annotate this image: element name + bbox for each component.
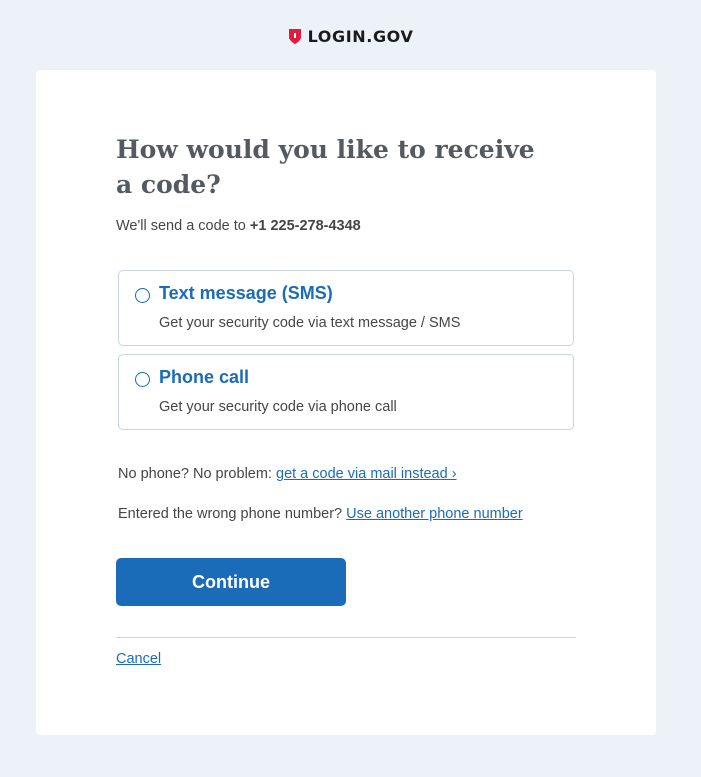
wrong-number-row: Entered the wrong phone number? Use anot… xyxy=(118,506,523,522)
option-text-message-label: Text message (SMS) xyxy=(159,283,333,303)
option-text-message-description: Get your security code via text message … xyxy=(159,315,461,331)
cancel-link[interactable]: Cancel xyxy=(116,651,161,667)
mail-option-prefix: No phone? No problem: xyxy=(118,466,276,482)
radio-phone-call[interactable] xyxy=(135,372,150,387)
radio-text-message[interactable] xyxy=(135,288,150,303)
divider xyxy=(116,637,576,638)
wrong-number-prefix: Entered the wrong phone number? xyxy=(118,506,347,522)
mail-option-row: No phone? No problem: get a code via mai… xyxy=(118,466,457,482)
page-title: How would you like to receive a code? xyxy=(116,135,535,199)
logo-text: LOGIN.GOV xyxy=(307,26,414,46)
option-phone-call-label: Phone call xyxy=(159,367,250,387)
get-code-via-mail-link[interactable]: get a code via mail instead › xyxy=(276,466,457,482)
phone-info-text: We'll send a code to +1 225-278-4348 xyxy=(116,218,361,234)
login-gov-logo: LOGIN.GOV xyxy=(0,26,701,46)
shield-icon xyxy=(288,28,301,44)
option-phone-call[interactable]: Phone call Get your security code via ph… xyxy=(118,354,574,430)
phone-info-prefix: We'll send a code to xyxy=(116,218,250,234)
continue-button[interactable]: Continue xyxy=(116,558,346,606)
option-phone-call-description: Get your security code via phone call xyxy=(159,399,397,415)
main-card: How would you like to receive a code? We… xyxy=(36,70,656,735)
option-text-message[interactable]: Text message (SMS) Get your security cod… xyxy=(118,270,574,346)
use-another-phone-link[interactable]: Use another phone number xyxy=(346,506,523,522)
phone-number: +1 225-278-4348 xyxy=(249,218,361,234)
